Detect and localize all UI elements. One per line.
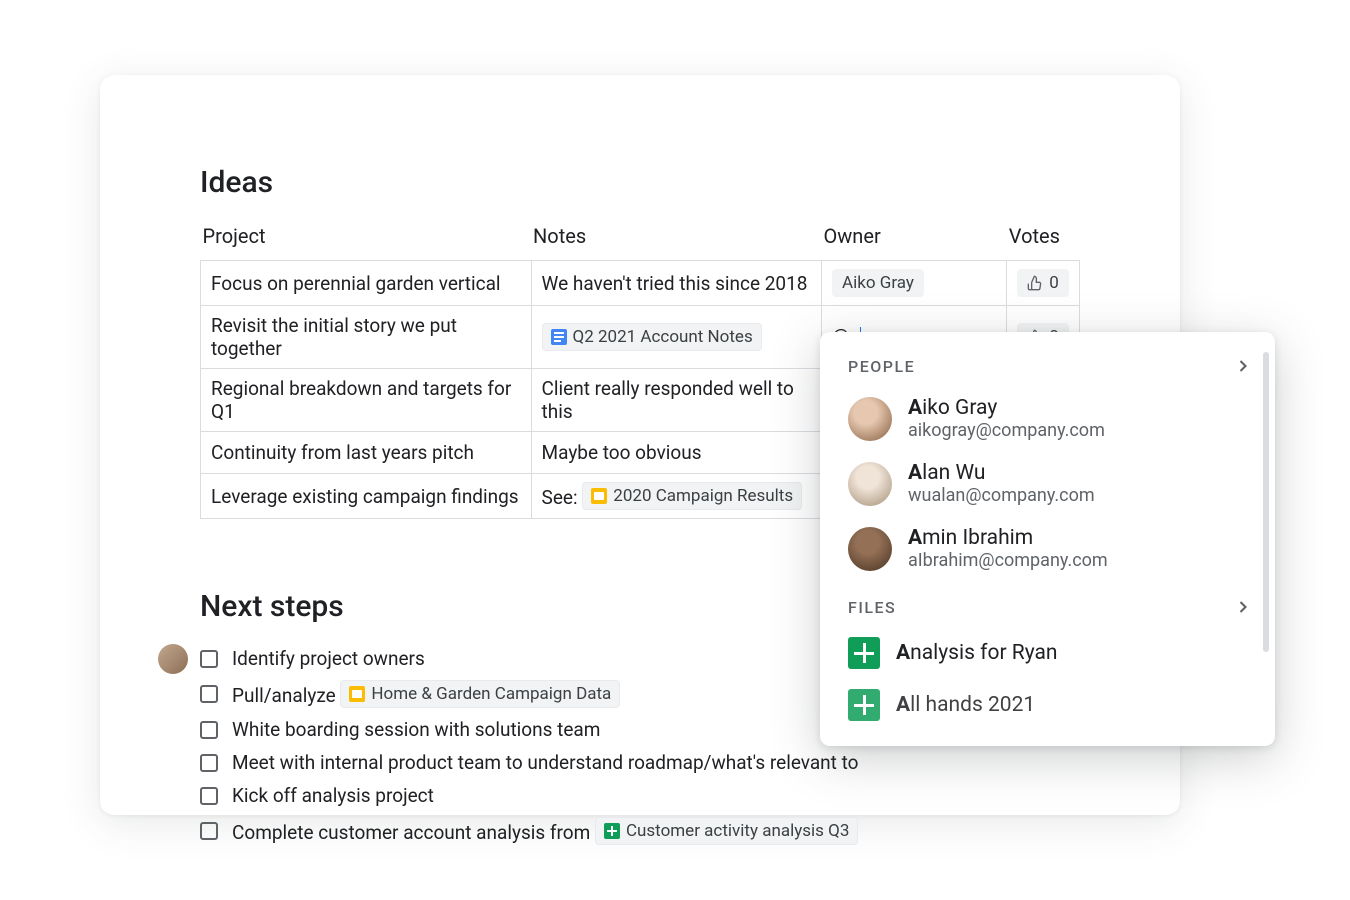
people-label: PEOPLE <box>848 357 915 376</box>
col-header-votes: Votes <box>1007 218 1080 261</box>
avatar <box>848 527 892 571</box>
person-name: Amin Ibrahim <box>908 526 1108 550</box>
slides-icon <box>349 686 365 702</box>
file-name: Analysis for Ryan <box>896 641 1058 665</box>
step-text: Pull/analyze <box>232 684 340 707</box>
chevron-right-icon <box>1233 356 1253 376</box>
file-suggestion[interactable]: All hands 2021 <box>820 679 1275 731</box>
person-suggestion[interactable]: Amin Ibrahim aIbrahim@company.com <box>820 516 1275 581</box>
cell-project[interactable]: Continuity from last years pitch <box>201 432 532 474</box>
cell-project[interactable]: Revisit the initial story we put togethe… <box>201 306 532 369</box>
files-label: FILES <box>848 598 896 617</box>
notes-prefix: See: <box>542 486 583 509</box>
sheets-icon <box>848 637 880 669</box>
list-item[interactable]: Meet with internal product team to under… <box>200 746 1080 779</box>
cell-owner[interactable]: Aiko Gray <box>822 261 1007 306</box>
file-chip-label: Q2 2021 Account Notes <box>573 327 753 347</box>
checkbox[interactable] <box>200 822 218 840</box>
step-text: White boarding session with solutions te… <box>232 718 600 741</box>
vote-count: 0 <box>1049 273 1059 293</box>
avatar <box>848 462 892 506</box>
person-email: wualan@company.com <box>908 485 1095 506</box>
cell-project[interactable]: Leverage existing campaign findings <box>201 474 532 519</box>
list-item[interactable]: Complete customer account analysis from … <box>200 812 1080 850</box>
owner-chip[interactable]: Aiko Gray <box>832 269 924 297</box>
cell-notes[interactable]: Maybe too obvious <box>531 432 821 474</box>
checkbox[interactable] <box>200 650 218 668</box>
step-text: Complete customer account analysis from <box>232 821 595 844</box>
cell-project[interactable]: Focus on perennial garden vertical <box>201 261 532 306</box>
file-name: All hands 2021 <box>896 693 1035 717</box>
step-text: Meet with internal product team to under… <box>232 751 858 774</box>
popover-section-people[interactable]: PEOPLE <box>820 350 1275 386</box>
checkbox[interactable] <box>200 754 218 772</box>
docs-icon <box>551 329 567 345</box>
commenter-avatar[interactable] <box>158 644 188 674</box>
file-chip-slides[interactable]: Home & Garden Campaign Data <box>340 680 620 708</box>
avatar <box>848 397 892 441</box>
chevron-right-icon <box>1233 597 1253 617</box>
col-header-notes: Notes <box>531 218 821 261</box>
file-chip-label: 2020 Campaign Results <box>613 486 793 506</box>
cell-notes[interactable]: Client really responded well to this <box>531 369 821 432</box>
step-text: Kick off analysis project <box>232 784 434 807</box>
cell-notes[interactable]: We haven't tried this since 2018 <box>531 261 821 306</box>
col-header-owner: Owner <box>822 218 1007 261</box>
file-chip-label: Home & Garden Campaign Data <box>371 684 611 704</box>
cell-notes[interactable]: See: 2020 Campaign Results <box>531 474 821 519</box>
step-text: Identify project owners <box>232 647 425 670</box>
file-chip-docs[interactable]: Q2 2021 Account Notes <box>542 323 762 351</box>
ideas-heading: Ideas <box>200 165 1080 200</box>
mention-popover[interactable]: PEOPLE Aiko Gray aikogray@company.com Al… <box>820 332 1275 746</box>
cell-project[interactable]: Regional breakdown and targets for Q1 <box>201 369 532 432</box>
person-email: aIbrahim@company.com <box>908 550 1108 571</box>
list-item[interactable]: Kick off analysis project <box>200 779 1080 812</box>
table-row[interactable]: Focus on perennial garden vertical We ha… <box>201 261 1080 306</box>
file-chip-sheets[interactable]: Customer activity analysis Q3 <box>595 817 858 845</box>
checkbox[interactable] <box>200 721 218 739</box>
person-email: aikogray@company.com <box>908 420 1105 441</box>
thumbs-up-icon <box>1027 275 1043 291</box>
popover-section-files[interactable]: FILES <box>820 591 1275 627</box>
person-name: Alan Wu <box>908 461 1095 485</box>
file-suggestion[interactable]: Analysis for Ryan <box>820 627 1275 679</box>
slides-icon <box>591 488 607 504</box>
sheets-icon <box>604 823 620 839</box>
cell-votes[interactable]: 0 <box>1007 261 1080 306</box>
person-suggestion[interactable]: Aiko Gray aikogray@company.com <box>820 386 1275 451</box>
person-suggestion[interactable]: Alan Wu wualan@company.com <box>820 451 1275 516</box>
checkbox[interactable] <box>200 787 218 805</box>
sheets-icon <box>848 689 880 721</box>
file-chip-slides[interactable]: 2020 Campaign Results <box>582 482 802 510</box>
file-chip-label: Customer activity analysis Q3 <box>626 821 849 841</box>
checkbox[interactable] <box>200 685 218 703</box>
cell-notes[interactable]: Q2 2021 Account Notes <box>531 306 821 369</box>
col-header-project: Project <box>201 218 532 261</box>
scrollbar[interactable] <box>1263 352 1269 652</box>
person-name: Aiko Gray <box>908 396 1105 420</box>
vote-button[interactable]: 0 <box>1017 269 1069 297</box>
